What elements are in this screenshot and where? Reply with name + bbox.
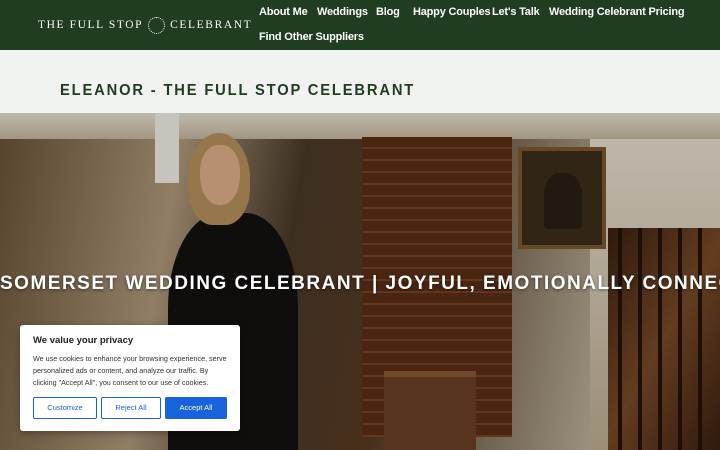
page: THE FULL STOP CELEBRANT About Me Wedding… xyxy=(0,0,720,450)
reject-all-button[interactable]: Reject All xyxy=(101,397,161,419)
site-logo[interactable]: THE FULL STOP CELEBRANT xyxy=(38,15,252,35)
nav-about-me[interactable]: About Me xyxy=(259,6,308,18)
accept-all-button[interactable]: Accept All xyxy=(165,397,227,419)
cookie-consent-banner: We value your privacy We use cookies to … xyxy=(20,325,240,431)
nav-blog[interactable]: Blog xyxy=(376,6,400,18)
nav-find-other-suppliers[interactable]: Find Other Suppliers xyxy=(259,31,364,43)
customize-button[interactable]: Customize xyxy=(33,397,97,419)
logo-text-right: CELEBRANT xyxy=(170,19,253,31)
nav-lets-talk[interactable]: Let's Talk xyxy=(492,6,540,18)
nav-weddings[interactable]: Weddings xyxy=(317,6,368,18)
cookie-description: We use cookies to enhance your browsing … xyxy=(33,354,227,387)
nav-happy-couples[interactable]: Happy Couples xyxy=(413,6,491,18)
cookie-title: We value your privacy xyxy=(33,335,134,346)
logo-text-left: THE FULL STOP xyxy=(38,19,144,31)
dotted-ring-icon xyxy=(148,16,166,34)
nav-wedding-celebrant-pricing[interactable]: Wedding Celebrant Pricing xyxy=(549,6,685,18)
hero-headline: SOMERSET WEDDING CELEBRANT | JOYFUL, EMO… xyxy=(0,273,720,294)
site-header: THE FULL STOP CELEBRANT About Me Wedding… xyxy=(0,0,720,50)
title-band: ELEANOR - THE FULL STOP CELEBRANT xyxy=(0,50,720,113)
page-title: ELEANOR - THE FULL STOP CELEBRANT xyxy=(60,82,416,99)
